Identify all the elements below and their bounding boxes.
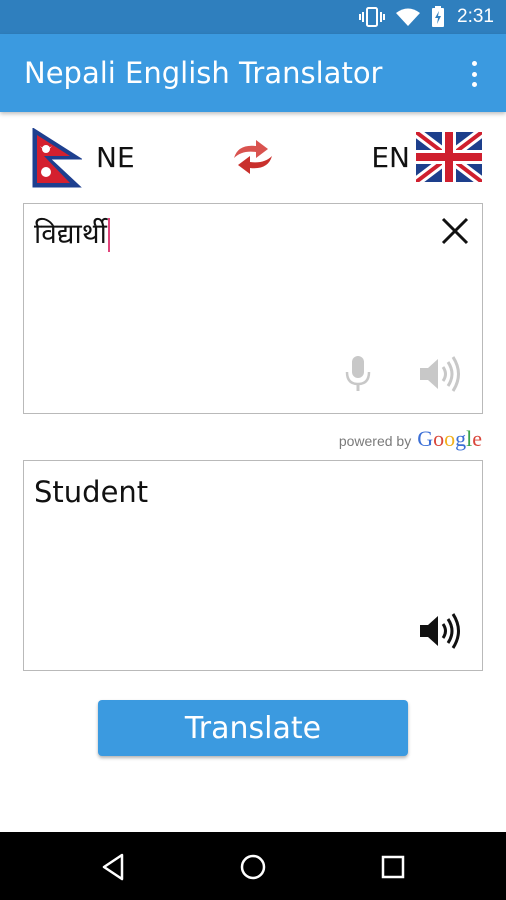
- translation-text: Student: [34, 475, 149, 509]
- google-letter: o: [433, 426, 445, 451]
- google-letter: g: [455, 426, 467, 451]
- powered-by-google: powered by Google: [339, 426, 482, 452]
- translate-button[interactable]: Translate: [98, 700, 408, 756]
- translation-output-box: Student: [23, 460, 483, 671]
- source-language-code[interactable]: NE: [96, 141, 135, 174]
- source-text: विद्यार्थी: [34, 217, 107, 250]
- target-language-code[interactable]: EN: [371, 141, 410, 174]
- wifi-icon: [396, 8, 421, 26]
- app-bar: Nepali English Translator: [0, 34, 506, 112]
- speaker-icon[interactable]: [416, 611, 466, 651]
- google-letter: G: [417, 426, 434, 451]
- swap-arrows-icon[interactable]: [228, 138, 278, 176]
- powered-by-label: powered by: [338, 433, 412, 449]
- status-bar: 2:31: [0, 0, 506, 34]
- status-time: 2:31: [457, 6, 494, 27]
- uk-flag[interactable]: [416, 132, 482, 182]
- google-logo: Google: [417, 426, 482, 452]
- nepal-flag[interactable]: [32, 128, 82, 188]
- close-icon[interactable]: [440, 216, 470, 246]
- source-text-box[interactable]: विद्यार्थी: [23, 203, 483, 414]
- google-letter: e: [472, 426, 482, 451]
- battery-charging-icon: [432, 6, 445, 27]
- microphone-icon[interactable]: [342, 354, 374, 394]
- vibrate-icon: [359, 7, 386, 27]
- speaker-icon[interactable]: [416, 354, 466, 394]
- navigation-bar: [0, 832, 506, 900]
- back-icon[interactable]: [98, 852, 128, 882]
- home-icon[interactable]: [238, 852, 268, 882]
- google-letter: o: [444, 426, 456, 451]
- status-icons: 2:31: [359, 6, 494, 28]
- app-title: Nepali English Translator: [24, 56, 383, 90]
- text-caret: [107, 218, 110, 252]
- source-text-input[interactable]: विद्यार्थी: [34, 216, 110, 252]
- recents-icon[interactable]: [378, 852, 408, 882]
- more-vert-icon[interactable]: [462, 60, 486, 88]
